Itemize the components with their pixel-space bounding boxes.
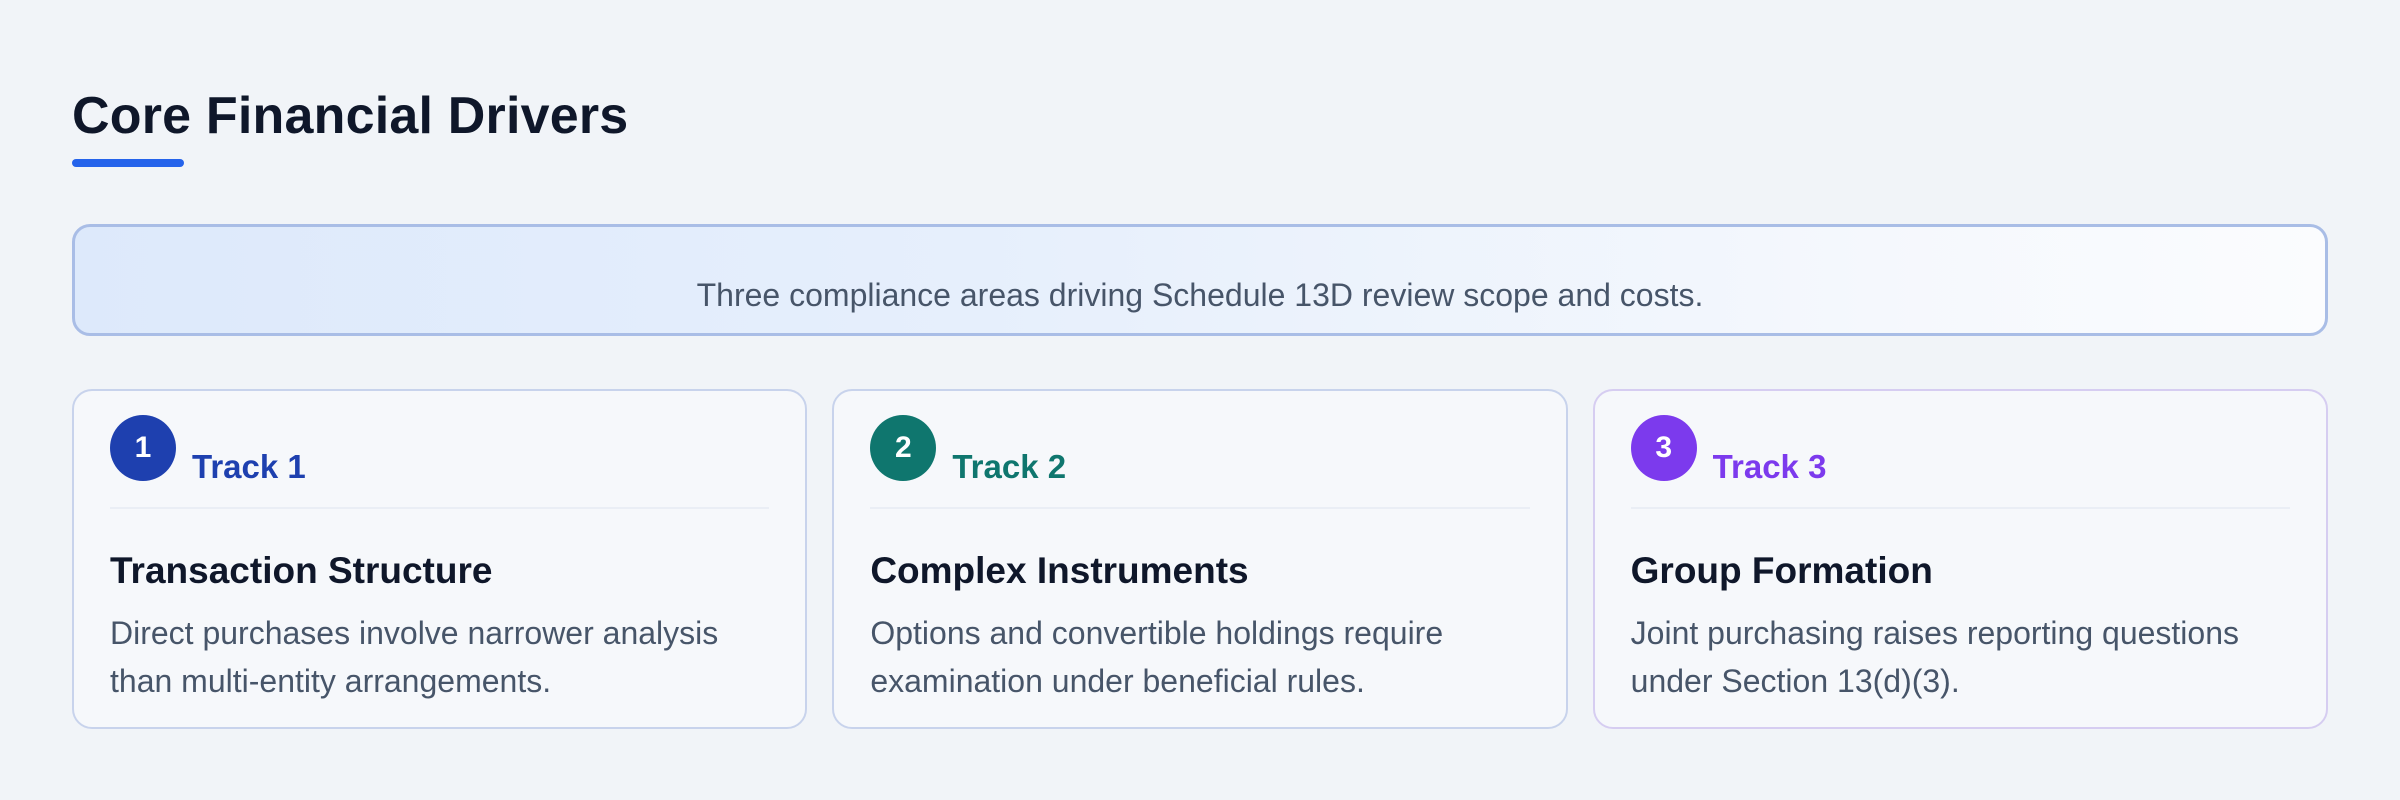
track-card-title: Group Formation	[1630, 550, 1933, 591]
track-card-3: 3 Track 3 Group Formation Joint purchasi…	[1592, 389, 2328, 729]
track-card-description: Joint purchasing raises reporting questi…	[1630, 615, 2239, 699]
title-underline	[72, 159, 184, 167]
track-card-1: 1 Track 1 Transaction Structure Direct p…	[72, 389, 808, 729]
track-card-2: 2 Track 2 Complex Instruments Options an…	[832, 389, 1568, 729]
track-label: Track 1	[192, 448, 306, 485]
track-card-description: Direct purchases involve narrower analys…	[110, 615, 719, 699]
track-number-badge: 2	[870, 415, 937, 481]
track-card-title: Complex Instruments	[870, 550, 1249, 591]
track-card-header: 1 Track 1	[110, 415, 770, 509]
summary-banner: Three compliance areas driving Schedule …	[72, 224, 2328, 336]
track-label: Track 2	[952, 448, 1067, 485]
track-card-header: 3 Track 3	[1630, 415, 2290, 509]
track-cards: 1 Track 1 Transaction Structure Direct p…	[72, 389, 2328, 729]
track-label: Track 3	[1712, 448, 1827, 485]
track-card-header: 2 Track 2	[870, 415, 1530, 509]
track-card-description: Options and convertible holdings require…	[870, 615, 1444, 699]
page-title: Core Financial Drivers	[72, 87, 629, 145]
page: Core Financial Drivers Three compliance …	[0, 0, 2400, 800]
track-number-badge: 1	[110, 415, 176, 481]
summary-text: Three compliance areas driving Schedule …	[696, 277, 1704, 313]
track-card-title: Transaction Structure	[110, 550, 493, 591]
track-number-badge: 3	[1630, 415, 1697, 481]
